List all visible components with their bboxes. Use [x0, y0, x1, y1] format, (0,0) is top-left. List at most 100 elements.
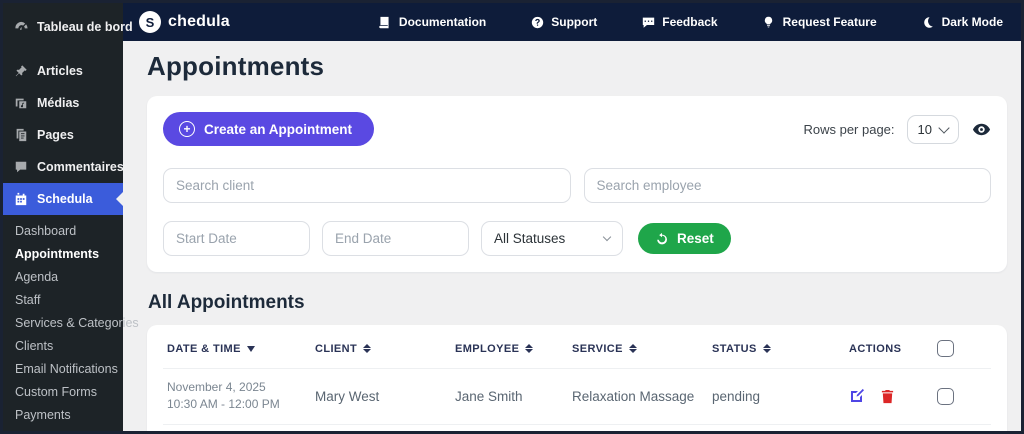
submenu-item-settings[interactable]: Settings — [3, 426, 123, 432]
sort-icon — [363, 343, 372, 354]
client-cell: Rick Owens — [311, 423, 451, 431]
status-filter-select[interactable]: All Statuses — [481, 221, 623, 256]
help-circle-icon — [530, 15, 544, 29]
rows-per-page-select[interactable]: 10 — [906, 114, 959, 144]
sidebar-item-dashboard[interactable]: Tableau de bord — [3, 11, 133, 43]
submenu-item-clients[interactable]: Clients — [3, 334, 123, 357]
pages-icon — [13, 127, 29, 143]
select-all-checkbox[interactable] — [937, 340, 954, 357]
lightbulb-icon — [762, 15, 776, 29]
submenu-item-email-notifications[interactable]: Email Notifications — [3, 357, 123, 380]
service-cell: Relaxation Massage — [568, 368, 708, 425]
sidebar-item-medias[interactable]: Médias — [3, 87, 123, 119]
search-employee-input[interactable] — [583, 168, 991, 203]
actions-cell — [845, 368, 933, 425]
media-icon — [13, 95, 29, 111]
column-header-service[interactable]: SERVICE — [568, 327, 708, 369]
rows-per-page-value: 10 — [917, 121, 932, 137]
status-cell: pending — [708, 368, 845, 425]
appointments-table: DATE & TIME CLIENT EMPLOYEE SERVICE STAT… — [163, 327, 991, 431]
reset-filters-button[interactable]: Reset — [638, 223, 731, 254]
sidebar-item-label: Articles — [37, 64, 83, 78]
date-time-cell: November 3, 2025 11:30 AM - 12:00 PM — [163, 423, 311, 431]
refresh-icon — [655, 232, 669, 246]
submenu-item-staff[interactable]: Staff — [3, 288, 123, 311]
column-header-select-all — [933, 327, 991, 369]
delete-appointment-button[interactable] — [879, 388, 895, 404]
documentation-link[interactable]: Documentation — [378, 15, 486, 29]
sort-icon — [762, 343, 771, 354]
page-title: Appointments — [147, 51, 325, 81]
plus-circle-icon: + — [179, 121, 195, 137]
sidebar-item-label: Schedula — [37, 192, 93, 206]
rows-per-page-label: Rows per page: — [803, 121, 895, 137]
schedula-submenu: Dashboard Appointments Agenda Staff Serv… — [3, 215, 139, 432]
request-feature-link[interactable]: Request Feature — [762, 15, 877, 29]
reset-label: Reset — [677, 231, 714, 246]
employee-cell: John Doe — [451, 423, 568, 431]
chevron-down-icon — [602, 232, 612, 242]
service-cell: Men haircut — [568, 423, 708, 431]
feedback-link[interactable]: Feedback — [641, 15, 718, 29]
submenu-item-custom-forms[interactable]: Custom Forms — [3, 380, 123, 403]
column-visibility-eye-icon[interactable] — [971, 119, 991, 139]
table-row: November 3, 2025 11:30 AM - 12:00 PM Ric… — [163, 423, 991, 431]
employee-cell: Jane Smith — [451, 368, 568, 425]
sort-icon — [628, 343, 637, 354]
sidebar-item-label: Médias — [37, 96, 80, 110]
chat-bubble-icon — [641, 15, 655, 29]
schedula-topbar: S chedula Documentation Support Feedback… — [123, 3, 1021, 41]
sidebar-item-commentaires[interactable]: Commentaires — [3, 151, 124, 183]
all-appointments-title: All Appointments — [148, 292, 305, 313]
submenu-item-payments[interactable]: Payments — [3, 403, 123, 426]
status-cell: pending — [708, 423, 845, 431]
actions-cell — [845, 423, 933, 431]
submenu-item-appointments[interactable]: Appointments — [3, 242, 123, 265]
column-header-client[interactable]: CLIENT — [311, 327, 451, 369]
dark-mode-toggle[interactable]: Dark Mode — [921, 15, 1003, 29]
main-content: Appointments + Create an Appointment Row… — [123, 41, 1021, 431]
create-appointment-button[interactable]: + Create an Appointment — [163, 112, 375, 146]
edit-appointment-button[interactable] — [849, 388, 865, 404]
sidebar-item-label: Pages — [37, 128, 74, 142]
pin-icon — [13, 63, 29, 79]
submenu-item-agenda[interactable]: Agenda — [3, 265, 123, 288]
date-time-cell: November 4, 2025 10:30 AM - 12:00 PM — [163, 368, 311, 425]
link-label: Documentation — [398, 15, 487, 29]
submenu-item-dashboard[interactable]: Dashboard — [3, 219, 123, 242]
logo-badge: S — [139, 11, 161, 33]
sidebar-item-articles[interactable]: Articles — [3, 55, 123, 87]
calendar-icon — [13, 191, 29, 207]
comment-icon — [13, 159, 29, 175]
table-row: November 4, 2025 10:30 AM - 12:00 PM Mar… — [163, 368, 991, 425]
column-header-employee[interactable]: EMPLOYEE — [451, 327, 568, 369]
moon-icon — [921, 15, 935, 29]
sidebar-item-label: Tableau de bord — [37, 20, 133, 34]
submenu-item-services-categories[interactable]: Services & Categories — [3, 311, 139, 334]
chevron-down-icon — [938, 121, 950, 134]
column-header-actions: ACTIONS — [849, 342, 902, 355]
link-label: Request Feature — [782, 15, 877, 29]
column-header-status[interactable]: STATUS — [708, 327, 845, 369]
sort-icon — [525, 343, 534, 354]
client-cell: Mary West — [311, 368, 451, 425]
create-appointment-label: Create an Appointment — [204, 121, 353, 137]
logo-text: chedula — [168, 13, 230, 30]
row-select-cell — [933, 368, 991, 425]
sidebar-item-pages[interactable]: Pages — [3, 119, 123, 151]
start-date-input[interactable] — [163, 221, 310, 256]
topbar-links: Documentation Support Feedback Request F… — [378, 15, 1003, 29]
app-window: Tableau de bord Articles Médias Pages Co — [0, 0, 1024, 434]
end-date-input[interactable] — [322, 221, 469, 256]
link-label: Feedback — [662, 15, 718, 29]
column-header-date-time[interactable]: DATE & TIME — [163, 327, 311, 369]
support-link[interactable]: Support — [530, 15, 597, 29]
search-client-input[interactable] — [163, 168, 571, 203]
brand-logo: S chedula — [139, 11, 230, 33]
filters-card: + Create an Appointment Rows per page: 1… — [147, 96, 1007, 272]
book-icon — [378, 15, 392, 29]
table-header-row: DATE & TIME CLIENT EMPLOYEE SERVICE STAT… — [163, 327, 991, 369]
link-label: Dark Mode — [941, 15, 1003, 29]
row-checkbox[interactable] — [937, 387, 954, 405]
sidebar-item-schedula[interactable]: Schedula — [3, 183, 124, 215]
